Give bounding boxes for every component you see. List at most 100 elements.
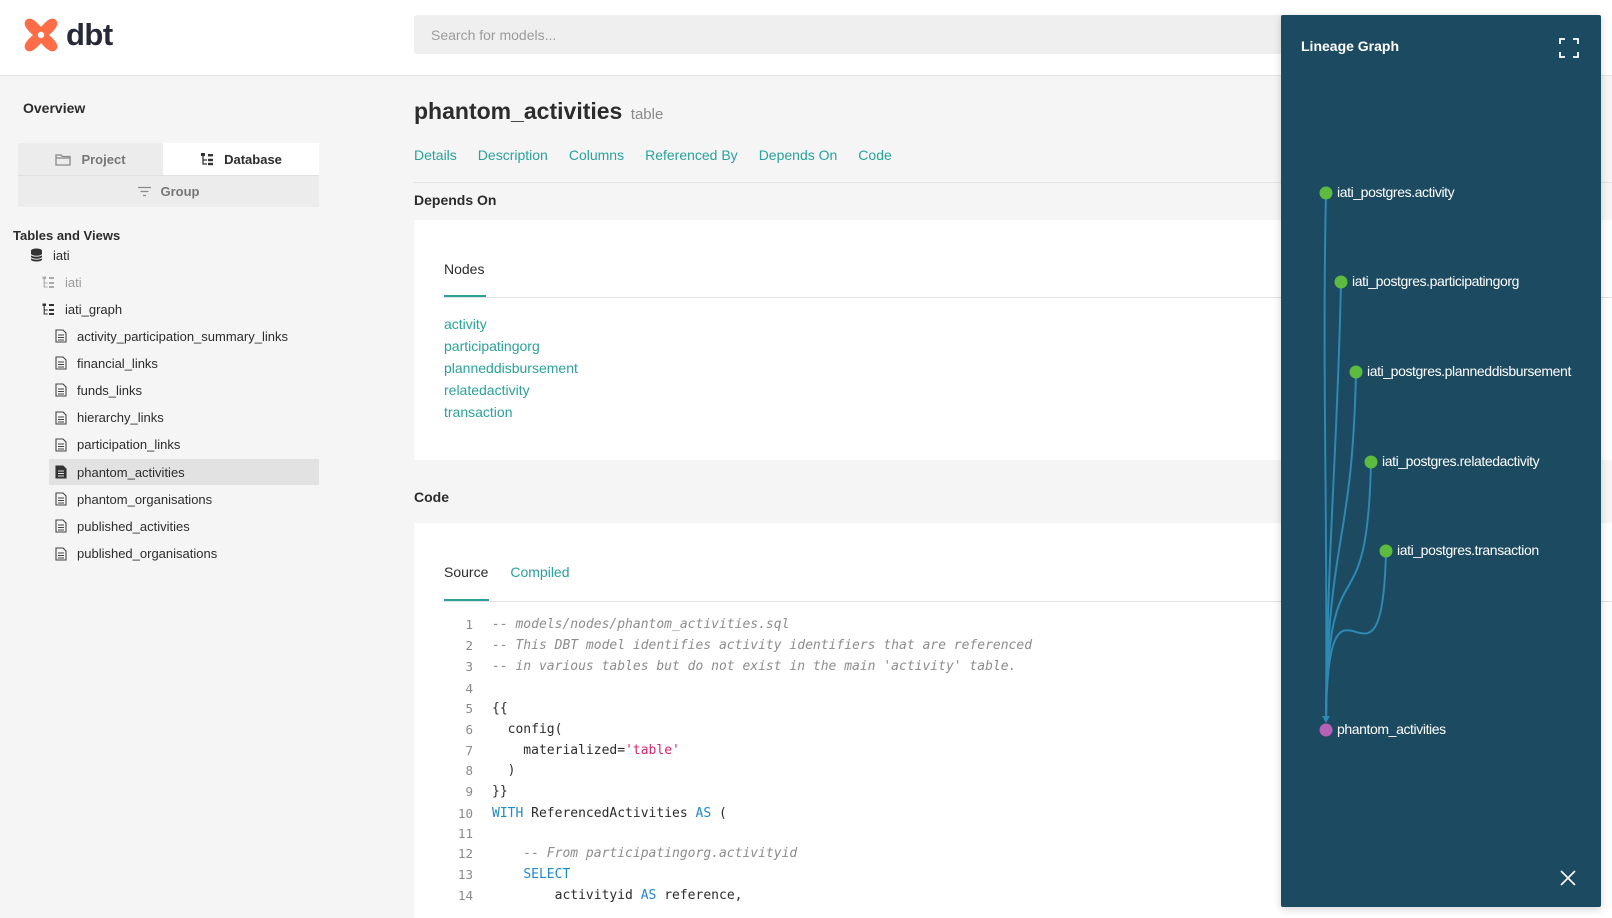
file-icon: [55, 329, 67, 343]
tree-model-item[interactable]: phantom_organisations: [49, 486, 212, 512]
code-token: SELECT: [523, 867, 571, 882]
tree-model-label: financial_links: [77, 355, 158, 371]
database-icon: [30, 248, 43, 262]
lineage-node-label[interactable]: iati_postgres.transaction: [1397, 542, 1539, 558]
tree-schema-iati-graph[interactable]: iati_graph: [42, 296, 122, 322]
depends-node-link[interactable]: activity: [444, 313, 578, 335]
depends-node-link[interactable]: participatingorg: [444, 335, 578, 357]
lineage-node-label[interactable]: iati_postgres.participatingorg: [1352, 273, 1519, 289]
line-content: WITH ReferencedActivities AS (: [492, 806, 727, 821]
depends-node-link[interactable]: planneddisbursement: [444, 357, 578, 379]
section-tabs: Details Description Columns Referenced By De…: [414, 147, 892, 163]
tree-model-item[interactable]: published_activities: [49, 513, 190, 539]
line-number: 8: [465, 763, 473, 778]
depends-node-link[interactable]: transaction: [444, 401, 578, 423]
code-token: config(: [492, 722, 563, 737]
tree-model-label: funds_links: [77, 382, 143, 398]
tree-model-item[interactable]: activity_participation_summary_links: [49, 323, 288, 349]
view-switcher: Project Database Group: [18, 143, 319, 207]
tree-model-item[interactable]: financial_links: [49, 350, 158, 376]
code-token: ): [492, 763, 516, 778]
code-token: -- This DBT model identifies activity id…: [492, 638, 1033, 653]
lineage-node-label[interactable]: iati_postgres.activity: [1337, 184, 1455, 200]
lineage-node[interactable]: [1349, 365, 1363, 379]
group-tab[interactable]: Group: [18, 175, 319, 207]
lineage-node[interactable]: [1319, 186, 1333, 200]
tab-details[interactable]: Details: [414, 147, 457, 163]
file-icon: [55, 519, 67, 533]
tab-columns[interactable]: Columns: [569, 147, 624, 163]
overview-link[interactable]: Overview: [23, 100, 85, 116]
code-tabs: Source Compiled: [444, 564, 570, 580]
tab-code[interactable]: Code: [858, 147, 891, 163]
dbt-logo[interactable]: dbt: [22, 16, 113, 54]
file-icon: [55, 547, 67, 561]
lineage-node[interactable]: [1364, 455, 1378, 469]
line-content: activityid AS reference,: [492, 888, 743, 903]
lineage-edge: [1323, 192, 1328, 721]
code-token: reference,: [656, 888, 743, 903]
line-number: 5: [465, 701, 473, 716]
line-number: 2: [465, 638, 473, 653]
code-token: -- From participatingorg.activityid: [492, 846, 798, 861]
tab-description[interactable]: Description: [478, 147, 548, 163]
line-content: }}: [492, 784, 508, 799]
code-token: ReferencedActivities: [523, 806, 696, 821]
depends-node-link[interactable]: relatedactivity: [444, 379, 578, 401]
tree-model-item[interactable]: participation_links: [49, 432, 180, 458]
depends-node-list: activity participatingorg planneddisbursem…: [444, 313, 578, 423]
tree-schema-iati[interactable]: iati: [42, 269, 82, 295]
file-icon: [55, 492, 67, 506]
close-icon[interactable]: [1559, 869, 1577, 887]
lineage-node[interactable]: [1379, 544, 1393, 558]
tree-model-item[interactable]: published_organisations: [49, 541, 217, 567]
lineage-node[interactable]: [1319, 723, 1333, 737]
group-tab-label: Group: [160, 184, 200, 199]
lineage-node[interactable]: [1334, 275, 1348, 289]
model-type-badge: table: [630, 106, 664, 123]
database-tab-label: Database: [224, 151, 282, 167]
tree-model-label: phantom_activities: [77, 464, 185, 480]
filter-lines-icon: [137, 186, 151, 197]
line-content: SELECT: [492, 867, 570, 882]
tree-model-label: hierarchy_links: [77, 410, 164, 426]
logo-text: dbt: [66, 17, 113, 52]
lineage-node-label[interactable]: phantom_activities: [1337, 721, 1446, 737]
code-token: materialized=: [492, 743, 626, 758]
compiled-tab[interactable]: Compiled: [510, 564, 569, 580]
nodes-tab[interactable]: Nodes: [444, 261, 484, 277]
lineage-node-label[interactable]: iati_postgres.relatedactivity: [1382, 453, 1540, 469]
code-token: 'table': [625, 743, 680, 758]
line-number: 3: [465, 659, 473, 674]
line-content: config(: [492, 722, 563, 737]
tree-db-iati[interactable]: iati: [30, 242, 70, 268]
code-token: -- in various tables but do not exist in…: [492, 659, 1017, 674]
tree-model-item[interactable]: funds_links: [49, 377, 142, 403]
line-content: ): [492, 763, 516, 778]
tree-model-item[interactable]: phantom_activities: [49, 459, 319, 485]
line-content: -- This DBT model identifies activity id…: [492, 638, 1032, 653]
tree-model-item[interactable]: hierarchy_links: [49, 405, 164, 431]
tables-views-heading: Tables and Views: [13, 228, 121, 243]
schema-tree-icon: [42, 303, 54, 315]
tree-icon: [201, 153, 214, 166]
file-icon: [55, 465, 67, 479]
schema-tree-icon: [42, 276, 54, 288]
line-number: 14: [457, 888, 473, 903]
code-token: (: [711, 806, 727, 821]
code-token: -- models/nodes/phantom_activities.sql: [492, 617, 790, 632]
tab-referenced-by[interactable]: Referenced By: [645, 147, 738, 163]
tab-depends-on[interactable]: Depends On: [759, 147, 838, 163]
project-tab[interactable]: Project: [18, 143, 163, 175]
sidebar: Overview Project Database Group Tables a…: [0, 76, 330, 918]
line-number: 1: [465, 617, 473, 632]
source-tab[interactable]: Source: [444, 564, 488, 580]
depends-on-heading: Depends On: [414, 192, 497, 208]
database-tab[interactable]: Database: [163, 143, 319, 175]
lineage-node-label[interactable]: iati_postgres.planneddisbursement: [1367, 363, 1571, 379]
tree-model-label: phantom_organisations: [77, 491, 213, 507]
tree-schema-iati-label: iati: [65, 274, 82, 290]
lineage-arrowhead: [1322, 716, 1330, 723]
code-token: WITH: [492, 806, 524, 821]
